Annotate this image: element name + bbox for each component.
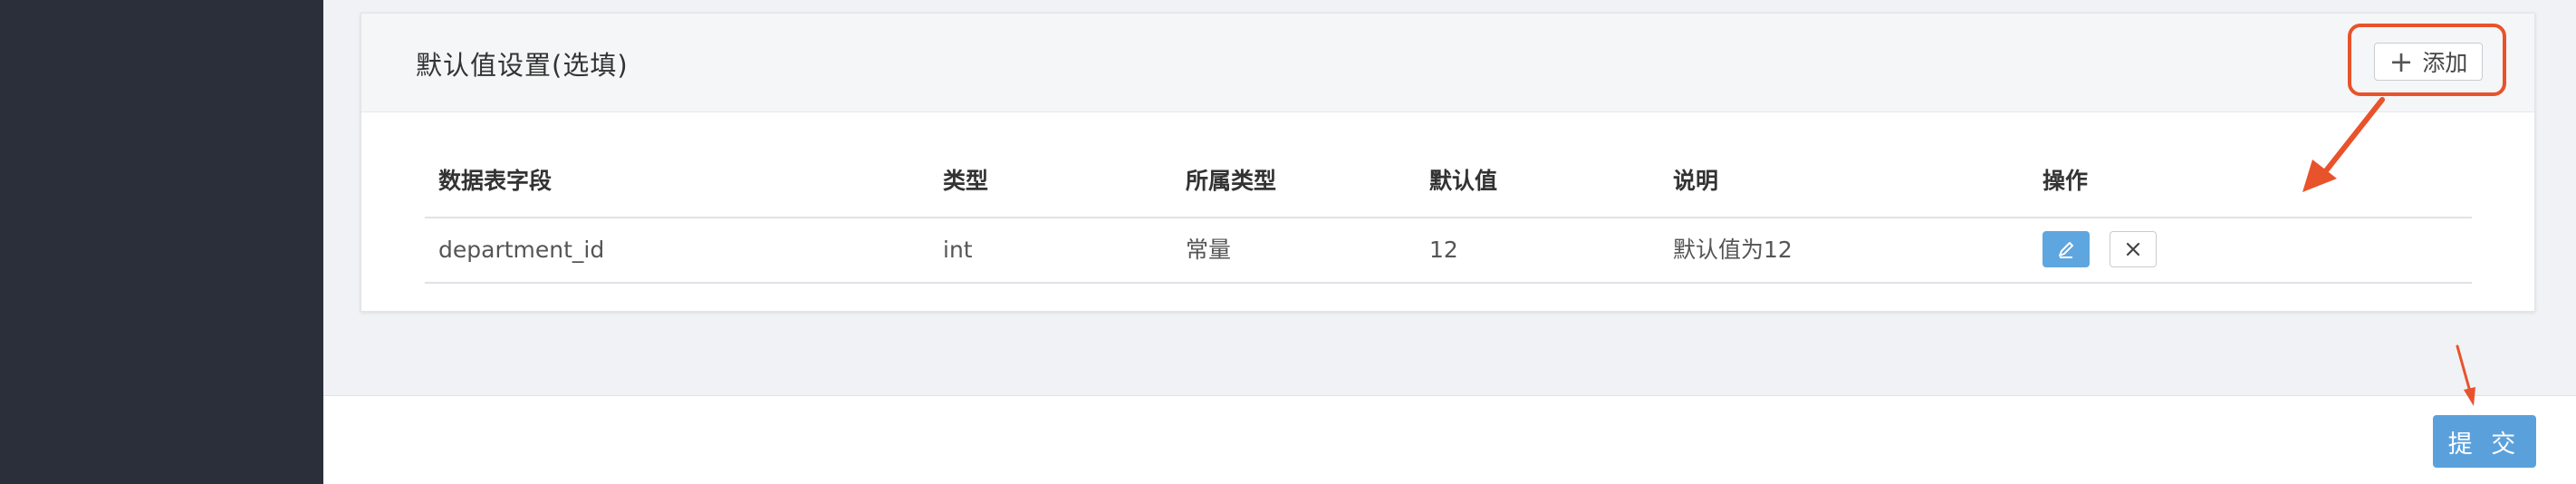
table-row: department_id int 常量 12 默认值为12	[425, 218, 2472, 284]
close-icon	[2126, 242, 2140, 257]
header-category: 所属类型	[1186, 168, 1277, 194]
default-values-table: 数据表字段 类型 所属类型 默认值 说明 操作 department_id in…	[425, 153, 2472, 284]
header-type: 类型	[943, 168, 989, 194]
panel-header: 默认值设置(选填) + 添加	[361, 14, 2534, 112]
annotation-highlight-box	[2348, 24, 2506, 96]
header-actions: 操作	[2043, 168, 2089, 194]
header-description: 说明	[1673, 168, 1719, 194]
cell-description: 默认值为12	[1673, 237, 1793, 263]
sidebar	[0, 0, 323, 484]
cell-type: int	[943, 237, 973, 263]
default-values-panel: 默认值设置(选填) + 添加 数据表字段 类型 所属类型 默认值 说明 操作 d…	[360, 13, 2535, 312]
delete-button[interactable]	[2110, 231, 2157, 267]
header-default-value: 默认值	[1429, 168, 1498, 194]
table-header: 数据表字段 类型 所属类型 默认值 说明 操作	[425, 153, 2472, 218]
cell-category: 常量	[1186, 237, 1232, 263]
cell-field: department_id	[438, 237, 605, 263]
cell-default-value: 12	[1429, 237, 1458, 263]
edit-button[interactable]	[2043, 231, 2090, 267]
footer-bar	[323, 395, 2576, 484]
header-field: 数据表字段	[438, 168, 553, 194]
row-actions	[2043, 231, 2157, 267]
edit-icon	[2059, 242, 2073, 258]
panel-title: 默认值设置(选填)	[416, 50, 629, 81]
submit-button[interactable]: 提 交	[2433, 415, 2536, 468]
